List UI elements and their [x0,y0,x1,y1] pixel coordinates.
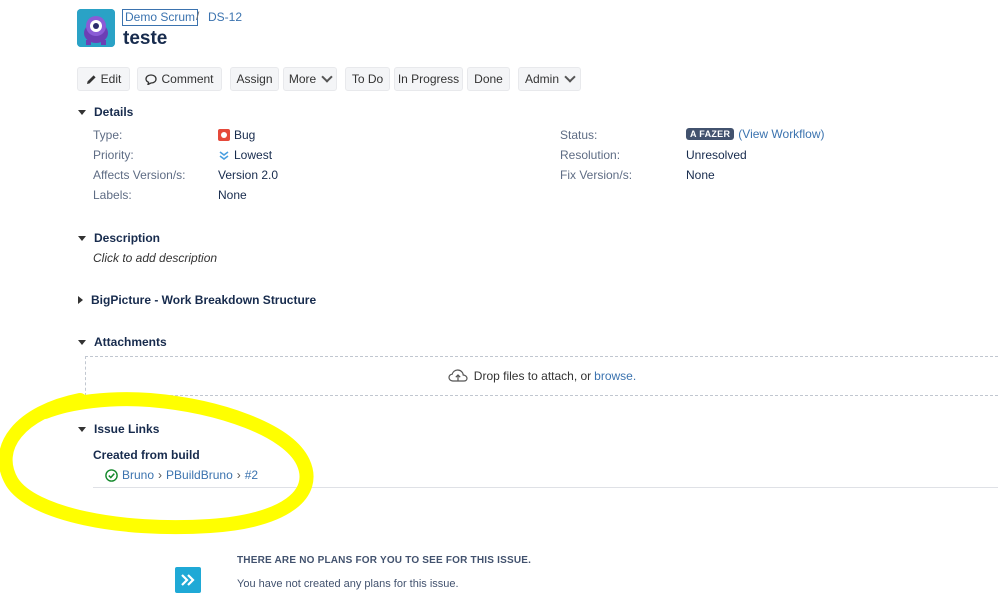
success-check-icon [105,468,118,482]
tempo-heading: Tempo [94,514,133,528]
status-label: Status: [560,128,598,142]
details-toggle[interactable]: Details [78,105,133,119]
bug-icon [218,129,230,141]
view-workflow-link[interactable]: (View Workflow) [738,127,824,141]
expand-icon [78,235,86,241]
comment-label: Comment [161,72,214,86]
priority-value[interactable]: Lowest [218,148,272,162]
description-placeholder[interactable]: Click to add description [93,251,217,265]
build-link-sep: › [236,468,241,482]
priority-lowest-icon [219,151,229,160]
resolution-value: Unresolved [686,148,747,162]
issue-summary[interactable]: teste [123,28,167,50]
type-label: Type: [93,128,123,142]
build-link-sep: › [158,468,163,482]
attachments-heading: Attachments [94,335,167,349]
priority-text: Lowest [234,148,273,162]
chevron-down-icon [321,71,333,83]
build-link-plan[interactable]: PBuildBruno [166,468,233,482]
type-value[interactable]: Bug [218,128,255,142]
priority-label: Priority: [93,148,134,162]
project-avatar[interactable] [77,9,115,47]
tempo-logo-icon [175,567,201,593]
description-heading: Description [94,231,161,245]
bigpicture-heading: BigPicture - Work Breakdown Structure [91,293,317,307]
tempo-no-plans-text: You have not created any plans for this … [237,578,459,590]
build-link-user[interactable]: Bruno [122,468,154,482]
tempo-no-plans-title: THERE ARE NO PLANS FOR YOU TO SEE FOR TH… [237,555,532,566]
edit-button[interactable]: Edit [77,67,130,91]
breadcrumb-separator: / [196,9,200,23]
admin-button[interactable]: Admin [518,67,581,91]
section-divider [93,487,998,488]
breadcrumb-issue-key[interactable]: DS-12 [208,10,242,24]
expand-icon [78,109,86,115]
cloud-upload-icon [448,369,468,382]
fix-version-label: Fix Version/s: [560,168,633,182]
collapse-icon [78,296,83,304]
details-heading: Details [94,105,134,119]
issue-links-heading: Issue Links [94,422,160,436]
attachments-toggle[interactable]: Attachments [78,335,167,349]
type-text: Bug [234,128,256,142]
edit-label: Edit [100,72,122,86]
transition-todo-button[interactable]: To Do [345,67,390,91]
resolution-label: Resolution: [560,148,621,162]
labels-value[interactable]: None [218,188,247,202]
breadcrumb-project[interactable]: Demo Scrum [122,9,199,26]
comment-icon [145,73,158,85]
issue-links-toggle[interactable]: Issue Links [78,422,159,436]
build-link[interactable]: Bruno › PBuildBruno › #2 [105,468,258,482]
fix-version-value[interactable]: None [686,168,715,182]
bigpicture-toggle[interactable]: BigPicture - Work Breakdown Structure [78,293,316,307]
tempo-toggle[interactable]: Tempo [78,514,132,528]
expand-icon [78,339,86,345]
affects-version-label: Affects Version/s: [93,168,186,182]
more-button[interactable]: More [283,67,337,91]
drop-text: Drop files to attach, or [473,369,592,383]
transition-in-progress-button[interactable]: In Progress [394,67,463,91]
labels-label: Labels: [93,188,132,202]
status-badge: A FAZER [686,128,735,140]
done-label: Done [474,72,503,86]
expand-icon [78,518,86,524]
description-toggle[interactable]: Description [78,231,160,245]
admin-label: Admin [524,72,559,86]
link-group-title: Created from build [93,448,200,462]
transition-done-button[interactable]: Done [467,67,510,91]
assign-button[interactable]: Assign [230,67,279,91]
in-progress-label: In Progress [397,72,460,86]
chevron-down-icon [564,71,576,83]
assign-label: Assign [236,72,273,86]
double-chevron-right-icon [181,574,195,586]
browse-link[interactable]: browse. [594,369,636,383]
todo-label: To Do [351,72,384,86]
status-value: A FAZER (View Workflow) [686,127,825,141]
pencil-icon [86,74,96,84]
more-label: More [288,72,317,86]
project-avatar-icon [77,9,115,47]
expand-icon [78,426,86,432]
attachment-dropzone[interactable]: Drop files to attach, or browse. [85,356,998,396]
build-link-number[interactable]: #2 [245,468,258,482]
comment-button[interactable]: Comment [137,67,222,91]
affects-version-value[interactable]: Version 2.0 [218,168,278,182]
